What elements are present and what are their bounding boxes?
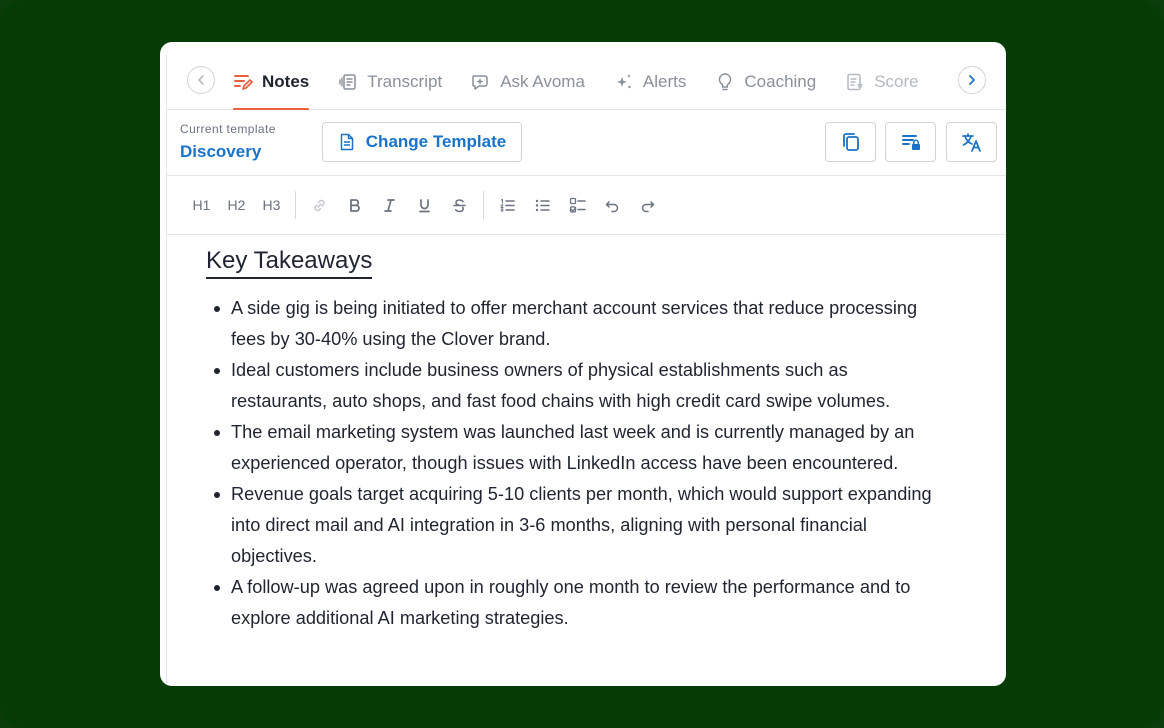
italic-icon xyxy=(384,198,395,212)
strikethrough-icon xyxy=(453,198,466,212)
transcript-icon xyxy=(338,72,358,92)
undo-button[interactable] xyxy=(595,190,630,220)
tab-alerts[interactable]: Alerts xyxy=(614,54,686,110)
ask-avoma-icon xyxy=(471,72,491,92)
change-template-label: Change Template xyxy=(365,132,507,151)
ordered-list-icon xyxy=(500,198,515,211)
ordered-list-button[interactable] xyxy=(490,190,525,220)
current-template-label: Current template xyxy=(180,122,276,136)
undo-icon xyxy=(605,200,619,212)
tab-label: Transcript xyxy=(367,72,443,91)
translate-icon xyxy=(961,133,981,152)
bullet-list-icon xyxy=(535,199,550,211)
tab-score[interactable]: Score xyxy=(845,54,919,110)
tab-coaching[interactable]: Coaching xyxy=(715,54,816,110)
notes-icon xyxy=(233,72,253,92)
change-template-button[interactable]: Change Template xyxy=(322,122,522,162)
template-bar: Current template Discovery Change Templa… xyxy=(167,110,1006,176)
tabs-scroll-right-button[interactable] xyxy=(958,66,986,94)
heading1-button[interactable]: H1 xyxy=(184,190,219,220)
chevron-right-icon xyxy=(969,75,975,85)
tab-notes[interactable]: Notes xyxy=(233,54,310,110)
checklist-button[interactable] xyxy=(560,190,595,220)
tab-bar: Notes Transcript Ask Avoma Alerts Coachi… xyxy=(167,54,1006,110)
copy-notes-button[interactable] xyxy=(825,122,876,162)
link-button[interactable] xyxy=(302,190,337,220)
chevron-left-icon xyxy=(198,75,204,85)
tab-transcript[interactable]: Transcript xyxy=(338,54,442,110)
lightbulb-icon xyxy=(715,72,735,92)
notes-panel: Notes Transcript Ask Avoma Alerts Coachi… xyxy=(160,42,1006,686)
list-item: A follow-up was agreed upon in roughly o… xyxy=(208,572,936,634)
takeaways-list: A side gig is being initiated to offer m… xyxy=(208,293,936,634)
section-heading: Key Takeaways xyxy=(206,247,373,279)
checklist-icon xyxy=(569,197,586,213)
document-icon xyxy=(340,133,354,151)
tab-label: Coaching xyxy=(744,72,817,91)
toolbar-divider xyxy=(295,191,296,219)
list-item: A side gig is being initiated to offer m… xyxy=(208,293,936,355)
strikethrough-button[interactable] xyxy=(442,190,477,220)
bold-icon xyxy=(350,198,360,212)
underline-button[interactable] xyxy=(407,190,442,220)
private-notes-button[interactable] xyxy=(885,122,936,162)
list-item: The email marketing system was launched … xyxy=(208,417,936,479)
toolbar-divider xyxy=(483,191,484,219)
tab-ask-avoma[interactable]: Ask Avoma xyxy=(471,54,585,110)
copy-icon xyxy=(842,133,859,151)
tab-label: Notes xyxy=(262,72,310,91)
notes-editor[interactable]: Key Takeaways A side gig is being initia… xyxy=(206,247,936,634)
list-item: Ideal customers include business owners … xyxy=(208,355,936,417)
italic-button[interactable] xyxy=(372,190,407,220)
translate-button[interactable] xyxy=(946,122,997,162)
list-item: Revenue goals target acquiring 5-10 clie… xyxy=(208,479,936,572)
underline-icon xyxy=(419,198,430,212)
tab-label: Score xyxy=(874,72,919,91)
redo-icon xyxy=(641,200,655,212)
formatting-toolbar: H1 H2 H3 xyxy=(167,176,1006,235)
bullet-list-button[interactable] xyxy=(525,190,560,220)
tab-label: Alerts xyxy=(642,72,687,91)
tabs: Notes Transcript Ask Avoma Alerts Coachi… xyxy=(233,54,953,110)
scorecard-icon xyxy=(845,72,865,92)
bold-button[interactable] xyxy=(337,190,372,220)
current-template-name[interactable]: Discovery xyxy=(180,142,261,162)
list-lock-icon xyxy=(901,135,920,150)
sparkle-icon xyxy=(614,72,634,92)
heading3-button[interactable]: H3 xyxy=(254,190,289,220)
link-icon xyxy=(314,199,325,211)
redo-button[interactable] xyxy=(630,190,665,220)
heading2-button[interactable]: H2 xyxy=(219,190,254,220)
tabs-scroll-left-button[interactable] xyxy=(187,66,215,94)
tab-label: Ask Avoma xyxy=(500,72,585,91)
